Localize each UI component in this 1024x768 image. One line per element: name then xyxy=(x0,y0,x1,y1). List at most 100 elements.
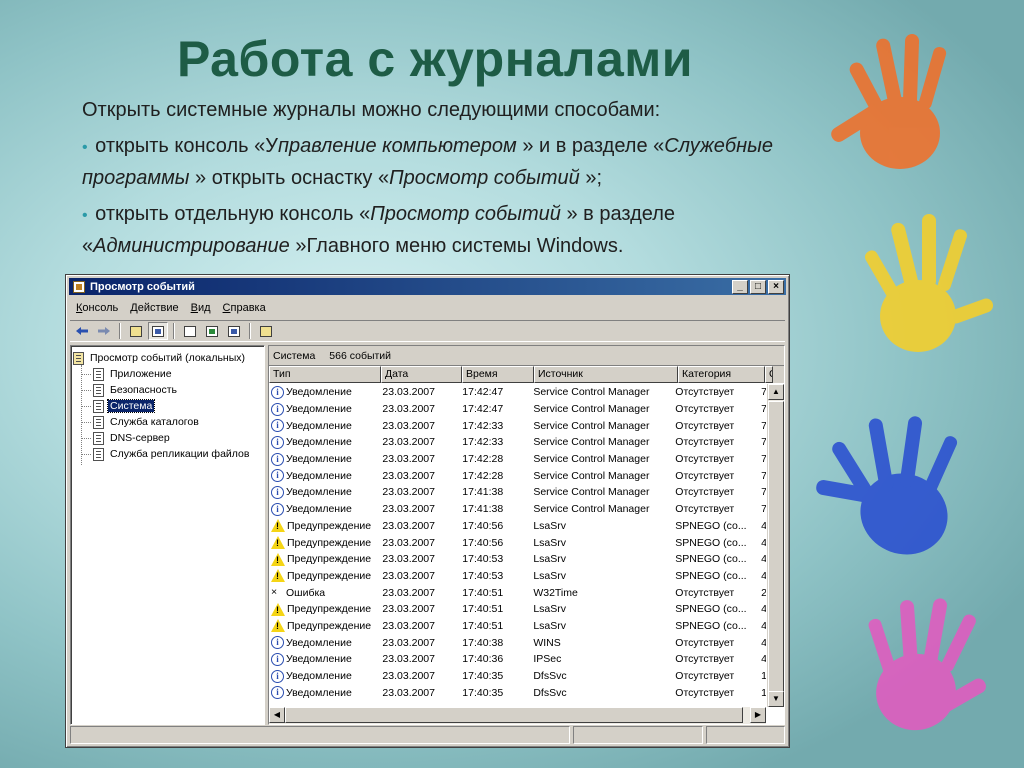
minimize-button[interactable]: _ xyxy=(732,280,748,294)
event-row[interactable]: Предупреждение 23.03.2007 17:40:56 LsaSrv SP… xyxy=(269,534,766,551)
export-icon[interactable] xyxy=(224,322,244,340)
event-row[interactable]: i Уведомление 23.03.2007 17:42:47 Service Co… xyxy=(269,401,766,418)
event-type-label: Уведомление xyxy=(286,453,352,466)
scroll-down-button[interactable]: ▼ xyxy=(768,691,784,707)
window-titlebar[interactable]: Просмотр событий _ □ × xyxy=(69,278,786,295)
event-type-cell: i Уведомление xyxy=(269,419,379,433)
tree-item-security[interactable]: Безопасность xyxy=(73,382,262,398)
forward-arrow-icon[interactable] xyxy=(94,322,114,340)
column-header-category[interactable]: Категория xyxy=(678,366,765,383)
scroll-left-button[interactable]: ◀ xyxy=(269,707,285,723)
help-icon[interactable] xyxy=(256,322,276,340)
tree-item-label: Служба каталогов xyxy=(110,416,199,428)
event-row[interactable]: i Уведомление 23.03.2007 17:40:36 IPSec Отсут… xyxy=(269,651,766,668)
event-row[interactable]: i Уведомление 23.03.2007 17:42:28 Service Co… xyxy=(269,467,766,484)
show-tree-icon[interactable] xyxy=(148,322,168,340)
tree-item-directory-service[interactable]: Служба каталогов xyxy=(73,414,262,430)
event-row[interactable]: Предупреждение 23.03.2007 17:40:53 LsaSrv SP… xyxy=(269,568,766,585)
warning-icon xyxy=(271,602,285,616)
event-id-cell: 1 xyxy=(761,686,766,699)
event-type-label: Предупреждение xyxy=(287,569,372,582)
event-row[interactable]: i Уведомление 23.03.2007 17:40:35 DfsSvc Отсу… xyxy=(269,684,766,701)
tree-item-label: DNS-сервер xyxy=(110,432,170,444)
event-source-cell: LsaSrv xyxy=(533,603,566,616)
event-type-cell: Предупреждение xyxy=(269,602,379,616)
log-icon xyxy=(93,415,104,429)
event-row[interactable]: i Уведомление 23.03.2007 17:40:38 WINS Отсутс… xyxy=(269,634,766,651)
tree-item-system[interactable]: Система xyxy=(73,398,262,414)
event-viewer-window: Просмотр событий _ □ × Консоль Действие … xyxy=(65,274,790,748)
event-id-cell: 7 xyxy=(761,486,766,499)
event-category-cell: SPNEGO (со... xyxy=(675,519,747,532)
scroll-up-button[interactable]: ▲ xyxy=(768,384,784,400)
event-source-cell: Service Control Manager xyxy=(533,469,650,482)
refresh-icon[interactable] xyxy=(202,322,222,340)
event-row[interactable]: i Уведомление 23.03.2007 17:41:38 Service Co… xyxy=(269,501,766,518)
back-arrow-icon[interactable] xyxy=(72,322,92,340)
event-row[interactable]: i Уведомление 23.03.2007 17:42:47 Service Co… xyxy=(269,384,766,401)
event-row[interactable]: i Уведомление 23.03.2007 17:42:28 Service Co… xyxy=(269,451,766,468)
event-row[interactable]: Предупреждение 23.03.2007 17:40:56 LsaSrv SP… xyxy=(269,518,766,535)
column-header-type[interactable]: Тип xyxy=(269,366,381,383)
event-row[interactable]: i Уведомление 23.03.2007 17:40:35 DfsSvc Отсу… xyxy=(269,668,766,685)
event-type-label: Уведомление xyxy=(286,436,352,449)
slide-body: Открыть системные журналы можно следующи… xyxy=(82,95,812,261)
window-controls: _ □ × xyxy=(732,280,784,294)
tree-item-file-replication[interactable]: Служба репликации файлов xyxy=(73,446,262,462)
up-folder-icon[interactable] xyxy=(126,322,146,340)
event-id-cell: 1 xyxy=(761,670,766,683)
event-type-label: Уведомление xyxy=(286,386,352,399)
status-pane xyxy=(70,726,570,744)
event-row[interactable]: Предупреждение 23.03.2007 17:40:51 LsaSrv SP… xyxy=(269,601,766,618)
event-source-cell: WINS xyxy=(533,636,561,649)
maximize-button[interactable]: □ xyxy=(750,280,766,294)
event-category-cell: Отсутствует xyxy=(675,636,735,649)
column-header-time[interactable]: Время xyxy=(462,366,534,383)
menu-bar: Консоль Действие Вид Справка xyxy=(70,298,785,318)
toolbar-separator xyxy=(119,323,121,339)
column-header-source[interactable]: Источник xyxy=(534,366,678,383)
horizontal-scrollbar[interactable]: ◀ ▶ xyxy=(269,707,766,724)
info-icon: i xyxy=(271,452,284,466)
scroll-right-button[interactable]: ▶ xyxy=(750,707,766,723)
event-row[interactable]: i Уведомление 23.03.2007 17:42:33 Service Co… xyxy=(269,417,766,434)
menu-help[interactable]: Справка xyxy=(217,302,272,314)
tree-root-label: Просмотр событий (локальных) xyxy=(90,352,246,364)
column-header-date[interactable]: Дата xyxy=(381,366,462,383)
event-id-cell: 2 xyxy=(761,586,766,599)
event-source-cell: LsaSrv xyxy=(533,553,566,566)
menu-view[interactable]: Вид xyxy=(185,302,217,314)
close-button[interactable]: × xyxy=(768,280,784,294)
event-time-cell: 17:40:51 xyxy=(462,586,504,599)
event-date-cell: 23.03.2007 xyxy=(382,670,435,683)
tree-item-dns-server[interactable]: DNS-сервер xyxy=(73,430,262,446)
properties-icon[interactable] xyxy=(180,322,200,340)
event-type-cell: i Уведомление xyxy=(269,402,379,416)
column-header-event[interactable]: С xyxy=(765,366,773,383)
info-icon: i xyxy=(271,469,284,483)
event-category-cell: SPNEGO (со... xyxy=(675,569,747,582)
scroll-thumb[interactable] xyxy=(768,401,784,701)
event-time-cell: 17:40:53 xyxy=(462,569,504,582)
event-row[interactable]: Предупреждение 23.03.2007 17:40:53 LsaSrv SP… xyxy=(269,551,766,568)
event-type-label: Уведомление xyxy=(286,419,352,432)
event-date-cell: 23.03.2007 xyxy=(382,403,435,416)
event-date-cell: 23.03.2007 xyxy=(382,536,435,549)
tree-root[interactable]: Просмотр событий (локальных) xyxy=(73,350,262,366)
event-type-label: Уведомление xyxy=(286,686,352,699)
event-id-cell: 4 xyxy=(761,553,766,566)
event-time-cell: 17:42:33 xyxy=(462,419,504,432)
menu-action[interactable]: Действие xyxy=(124,302,184,314)
event-row[interactable]: Предупреждение 23.03.2007 17:40:51 LsaSrv SP… xyxy=(269,618,766,635)
scroll-thumb[interactable] xyxy=(285,707,743,723)
event-source-cell: LsaSrv xyxy=(533,536,566,549)
log-icon xyxy=(93,447,104,461)
log-icon xyxy=(93,367,104,381)
event-row[interactable]: × Ошибка 23.03.2007 17:40:51 W32Time Отсутств… xyxy=(269,584,766,601)
event-row[interactable]: i Уведомление 23.03.2007 17:41:38 Service Co… xyxy=(269,484,766,501)
event-row[interactable]: i Уведомление 23.03.2007 17:42:33 Service Co… xyxy=(269,434,766,451)
tree-item-application[interactable]: Приложение xyxy=(73,366,262,382)
vertical-scrollbar[interactable]: ▲ ▼ xyxy=(767,384,784,707)
menu-console[interactable]: Консоль xyxy=(70,302,124,314)
event-type-cell: × Ошибка xyxy=(269,586,379,599)
